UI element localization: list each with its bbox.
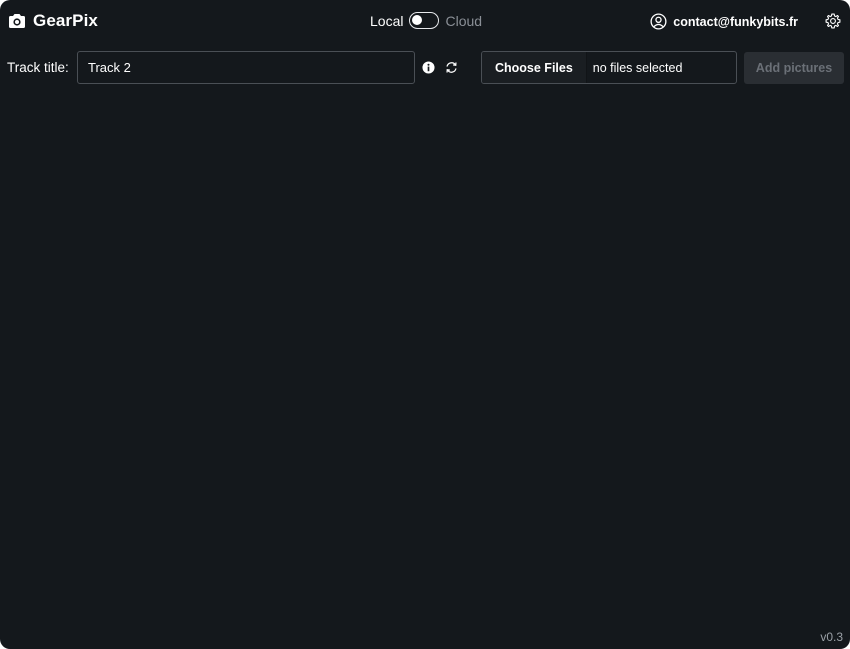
track-title-label: Track title:	[7, 60, 69, 75]
camera-icon	[9, 14, 25, 28]
mode-switch-knob	[412, 15, 423, 25]
settings-button[interactable]	[824, 12, 842, 30]
mode-cloud-label[interactable]: Cloud	[445, 13, 482, 29]
user-circle-icon	[650, 13, 667, 30]
file-picker: Choose Files no files selected	[481, 51, 737, 84]
info-icon[interactable]	[422, 61, 435, 74]
refresh-icon[interactable]	[445, 61, 458, 74]
mode-switch[interactable]	[409, 12, 440, 29]
app-name: GearPix	[33, 11, 98, 30]
mode-toggle: Local Cloud	[370, 12, 482, 29]
brand: GearPix	[7, 11, 98, 31]
choose-files-button[interactable]: Choose Files	[482, 52, 587, 83]
add-pictures-button[interactable]: Add pictures	[744, 52, 844, 84]
pictures-area	[0, 92, 850, 622]
track-title-input[interactable]	[77, 51, 415, 84]
app-window: GearPix Local Cloud contact@funkybits.fr	[0, 0, 850, 649]
account-email[interactable]: contact@funkybits.fr	[673, 15, 798, 29]
top-bar: GearPix Local Cloud contact@funkybits.fr	[0, 0, 850, 42]
version-label: v0.3	[820, 630, 843, 644]
gear-icon	[825, 13, 841, 29]
file-status: no files selected	[592, 60, 683, 75]
mode-local-label[interactable]: Local	[370, 13, 403, 29]
account-menu[interactable]: contact@funkybits.fr	[650, 13, 798, 30]
track-toolbar: Track title: Choose Files no files selec…	[0, 51, 850, 85]
